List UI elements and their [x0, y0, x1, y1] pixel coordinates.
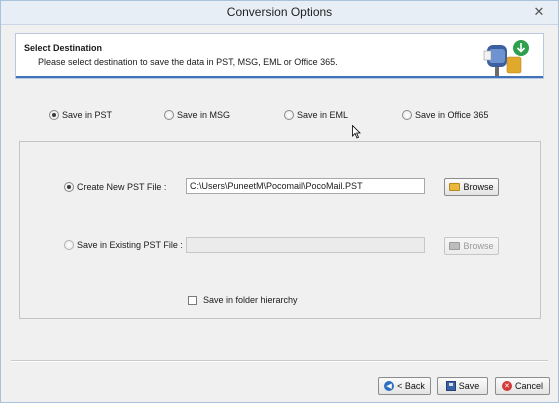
button-label: Cancel	[514, 381, 543, 391]
folder-icon	[449, 183, 461, 191]
radio-label: Save in EML	[297, 110, 349, 120]
radio-button[interactable]	[164, 110, 174, 120]
title-bar: Conversion Options ✕	[1, 1, 558, 25]
radio-label: Save in Office 365	[415, 110, 489, 120]
mouse-cursor-icon	[352, 125, 361, 139]
new-pst-path-field[interactable]: C:\Users\PuneetM\Pocomail\PocoMail.PST	[186, 178, 425, 194]
browse-new-pst-button[interactable]: Browse	[444, 178, 499, 196]
pst-options-group: Create New PST File : C:\Users\PuneetM\P…	[19, 141, 541, 319]
header-accent-line	[16, 76, 543, 78]
radio-create-new-pst[interactable]: Create New PST File :	[64, 182, 166, 192]
radio-label: Save in PST	[62, 110, 113, 120]
button-label: Save	[458, 381, 480, 391]
button-label: < Back	[397, 381, 425, 391]
radio-save-in-office365[interactable]: Save in Office 365	[402, 110, 488, 120]
mailbox-download-icon	[483, 40, 529, 76]
checkbox[interactable]	[188, 295, 197, 305]
radio-save-in-pst[interactable]: Save in PST	[49, 110, 112, 120]
header-description: Please select destination to save the da…	[38, 57, 338, 67]
existing-pst-path-field[interactable]	[186, 237, 425, 253]
radio-save-in-msg[interactable]: Save in MSG	[164, 110, 230, 120]
header-title: Select Destination	[24, 43, 103, 53]
close-icon[interactable]: ✕	[530, 4, 548, 20]
folder-icon	[449, 242, 461, 250]
back-button[interactable]: ◀ < Back	[378, 377, 431, 395]
button-label: Browse	[463, 182, 494, 192]
footer-divider-highlight	[11, 361, 548, 362]
header-panel: Select Destination Please select destina…	[15, 33, 544, 79]
radio-save-in-eml[interactable]: Save in EML	[284, 110, 348, 120]
radio-label: Save in MSG	[177, 110, 231, 120]
radio-button[interactable]	[284, 110, 294, 120]
save-button[interactable]: Save	[437, 377, 488, 395]
cancel-button[interactable]: ✕ Cancel	[495, 377, 550, 395]
cancel-x-icon: ✕	[501, 381, 512, 391]
browse-existing-pst-button[interactable]: Browse	[444, 237, 499, 255]
radio-save-existing-pst[interactable]: Save in Existing PST File :	[64, 240, 183, 250]
radio-button[interactable]	[49, 110, 59, 120]
button-label: Browse	[463, 241, 494, 251]
checkbox-label: Save in folder hierarchy	[203, 295, 298, 305]
radio-label: Create New PST File :	[77, 182, 167, 192]
checkbox-folder-hierarchy[interactable]: Save in folder hierarchy	[188, 295, 298, 305]
radio-label: Save in Existing PST File :	[77, 240, 183, 250]
back-arrow-icon: ◀	[384, 381, 395, 391]
floppy-disk-icon	[445, 381, 456, 391]
conversion-options-window: Conversion Options ✕ Select Destination …	[0, 0, 559, 403]
window-title: Conversion Options	[226, 5, 333, 19]
radio-button[interactable]	[64, 182, 74, 192]
radio-button[interactable]	[64, 240, 74, 250]
radio-button[interactable]	[402, 110, 412, 120]
